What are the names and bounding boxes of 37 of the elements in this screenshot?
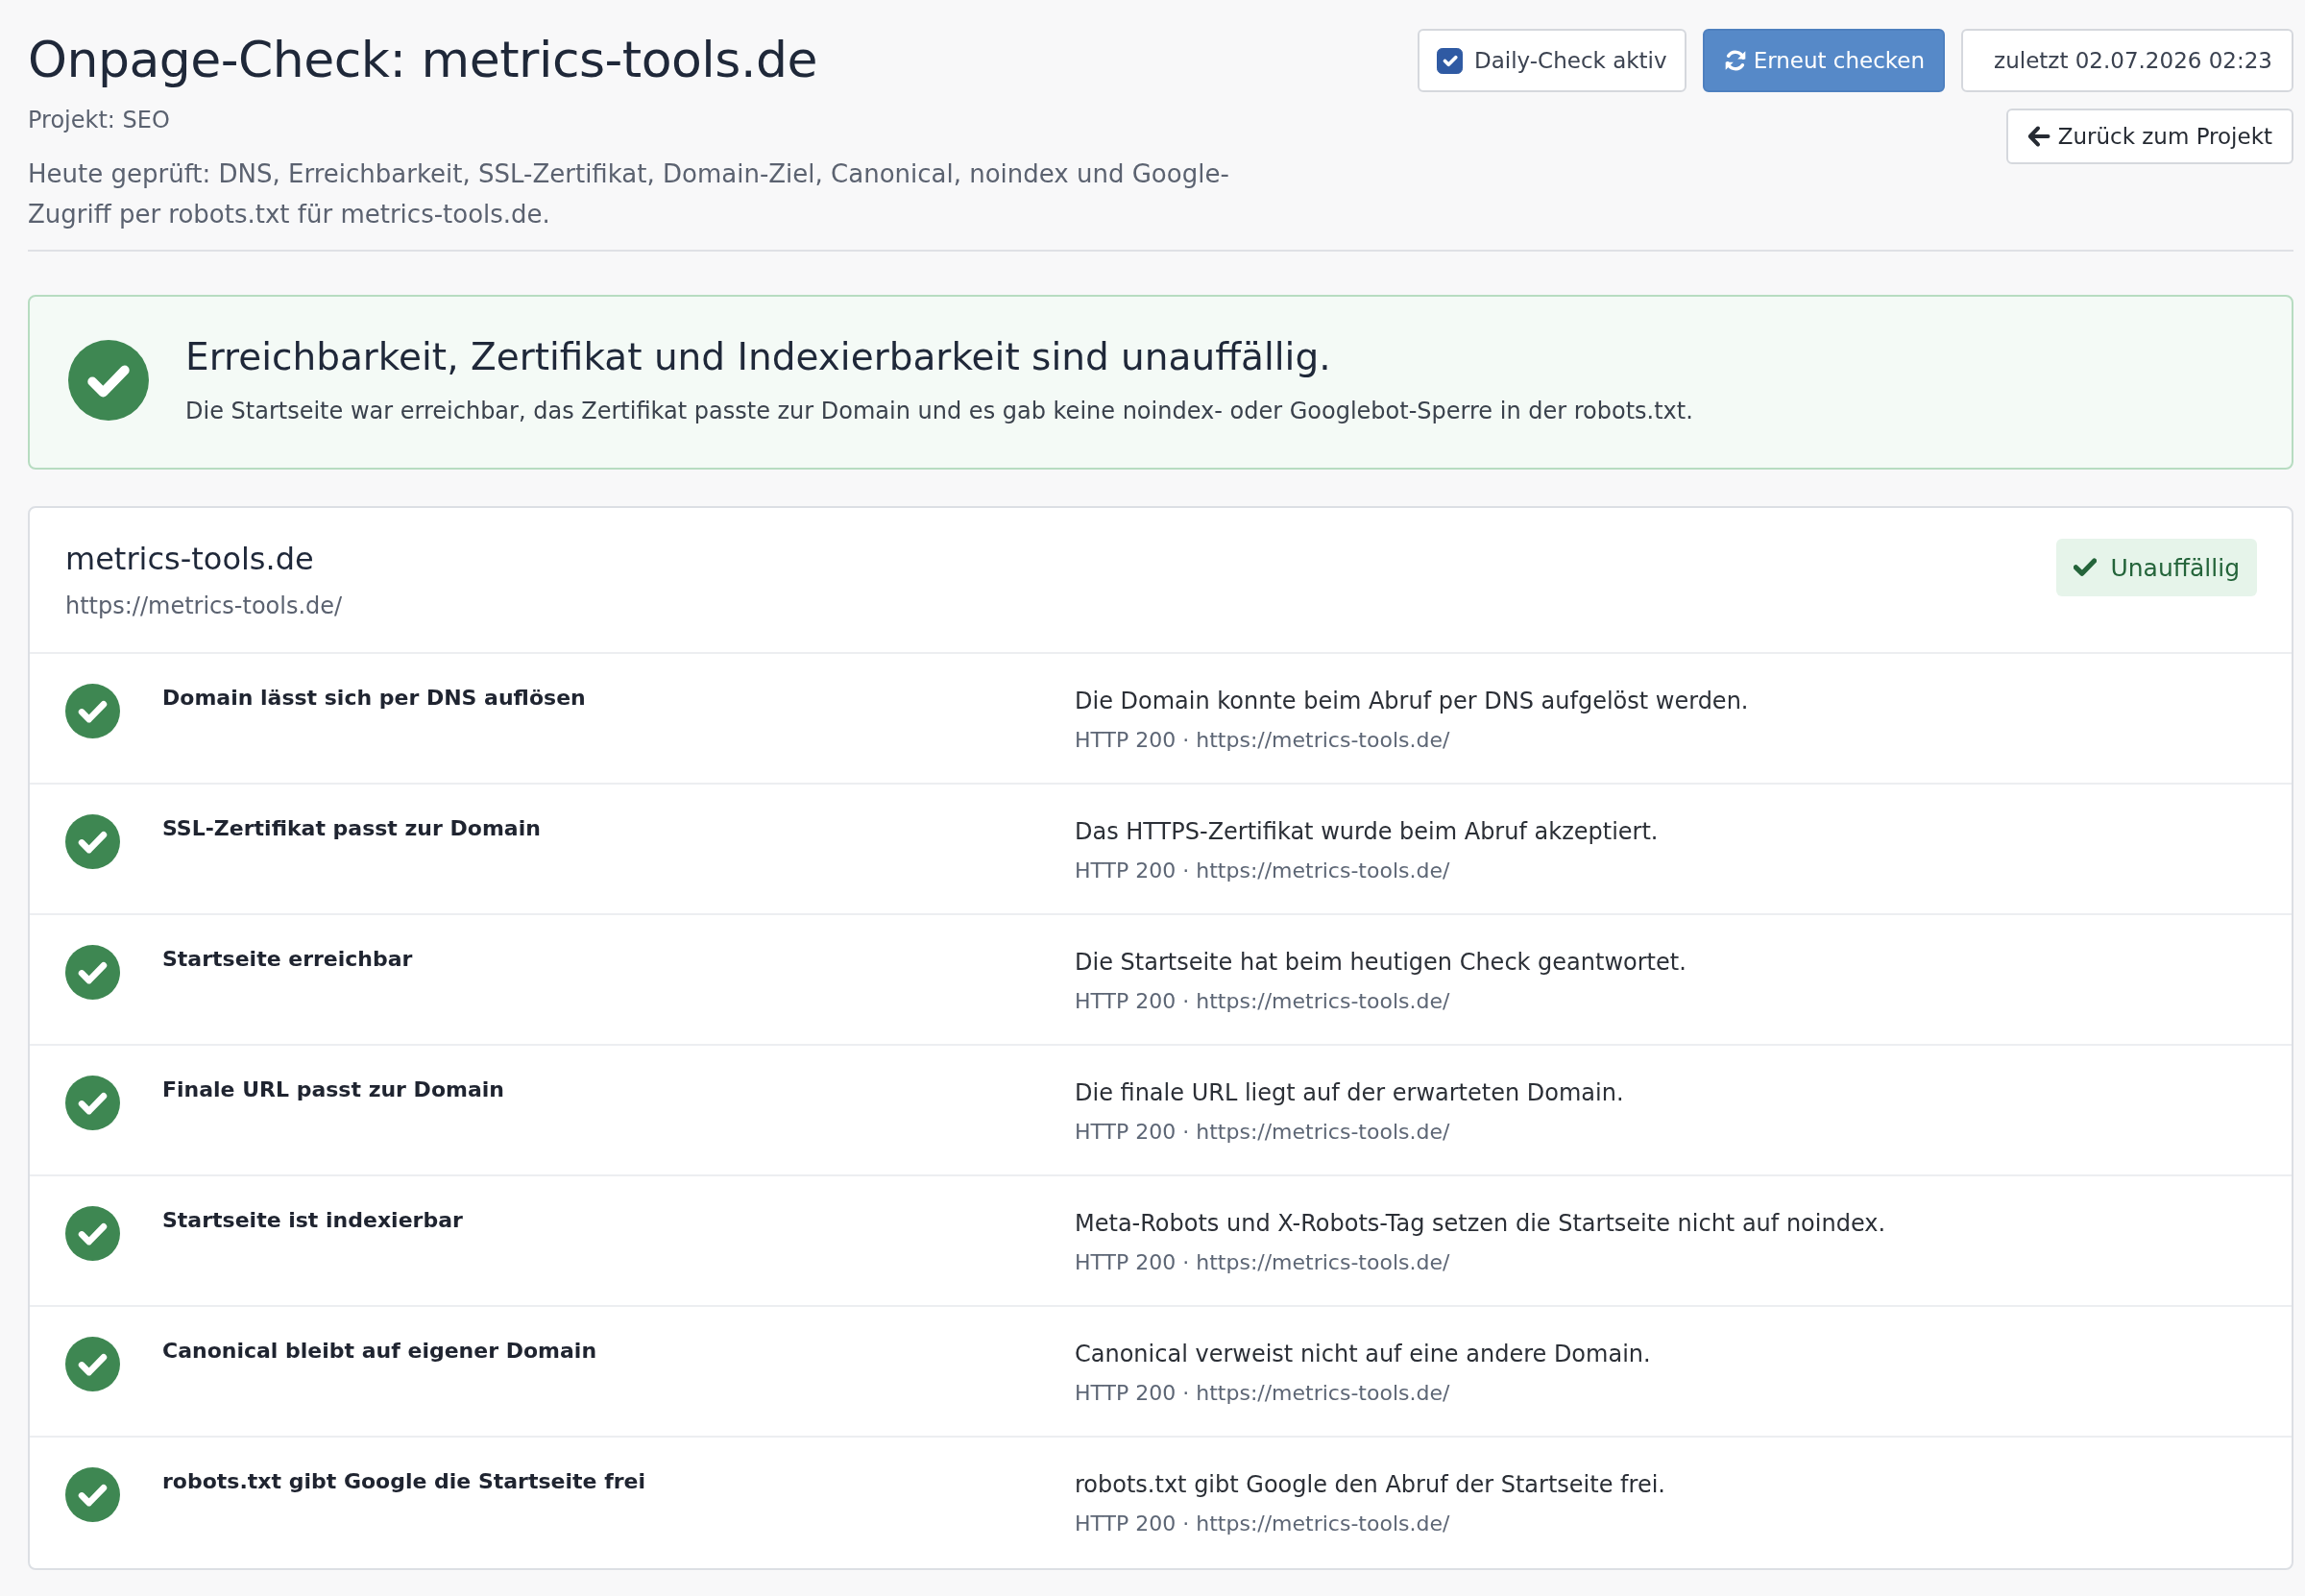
check-title: Startseite ist indexierbar xyxy=(162,1206,464,1234)
checkbox[interactable] xyxy=(1437,47,1464,74)
recheck-button[interactable]: Erneut checken xyxy=(1702,29,1946,92)
arrow-left-icon xyxy=(2026,125,2050,148)
check-title: Startseite erreichbar xyxy=(162,945,414,973)
checkbox-label: Daily-Check aktiv xyxy=(1474,46,1667,75)
check-meta: HTTP 200 · https://metrics-tools.de/ xyxy=(1075,858,1451,885)
check-icon xyxy=(2074,557,2098,579)
check-title: Canonical bleibt auf eigener Domain xyxy=(162,1337,598,1365)
badge-label: Unauffällig xyxy=(2110,552,2240,584)
domain-url: https://metrics-tools.de/ xyxy=(65,591,343,621)
check-result: robots.txt gibt Google den Abruf der Startseite frei. xyxy=(1075,1469,1666,1500)
check-result: Canonical verweist nicht auf eine andere Domain. xyxy=(1075,1339,1652,1369)
check-description: Heute geprüft: DNS, Erreichbarkeit, SSL-Zertifikat, Domain-Ziel, Canonical, noindex und Google-Zugriff per robots.txt für metrics-tools.de. xyxy=(28,158,1230,230)
check-title: Domain lässt sich per DNS auflösen xyxy=(162,684,587,712)
check-result: Die Startseite hat beim heutigen Check geantwortet. xyxy=(1075,947,1687,978)
check-meta: HTTP 200 · https://metrics-tools.de/ xyxy=(1075,988,1451,1016)
check-result: Meta-Robots und X-Robots-Tag setzen die Startseite nicht auf noindex. xyxy=(1075,1208,1887,1239)
back-button[interactable]: Zurück zum Projekt xyxy=(2005,109,2293,164)
page-title: Onpage-Check: metrics-tools.de xyxy=(28,30,818,90)
daily-check-toggle[interactable]: Daily-Check aktiv xyxy=(1418,29,1686,92)
domain-name: metrics-tools.de xyxy=(65,540,315,580)
check-meta: HTTP 200 · https://metrics-tools.de/ xyxy=(1075,727,1451,755)
check-title: robots.txt gibt Google die Startseite frei xyxy=(162,1467,647,1495)
last-checked-label: zuletzt 02.07.2026 02:23 xyxy=(1961,29,2293,92)
check-meta: HTTP 200 · https://metrics-tools.de/ xyxy=(1075,1511,1451,1538)
check-result: Die finale URL liegt auf der erwarteten Domain. xyxy=(1075,1077,1625,1108)
check-meta: HTTP 200 · https://metrics-tools.de/ xyxy=(1075,1249,1451,1277)
check-meta: HTTP 200 · https://metrics-tools.de/ xyxy=(1075,1380,1451,1408)
check-meta: HTTP 200 · https://metrics-tools.de/ xyxy=(1075,1119,1451,1147)
check-title: Finale URL passt zur Domain xyxy=(162,1076,505,1103)
check-result: Die Domain konnte beim Abruf per DNS aufgelöst werden. xyxy=(1075,686,1750,716)
check-title: SSL-Zertifikat passt zur Domain xyxy=(162,814,542,842)
summary-text: Die Startseite war erreichbar, das Zertifikat passte zur Domain und es gab keine noindex- oder Googlebot-Sperre in der robots.txt. xyxy=(185,396,1693,426)
project-label: Projekt: SEO xyxy=(28,106,171,135)
check-result: Das HTTPS-Zertifikat wurde beim Abruf akzeptiert. xyxy=(1075,816,1660,847)
summary-heading: Erreichbarkeit, Zertifikat und Indexierbarkeit sind unauffällig. xyxy=(185,334,1332,381)
